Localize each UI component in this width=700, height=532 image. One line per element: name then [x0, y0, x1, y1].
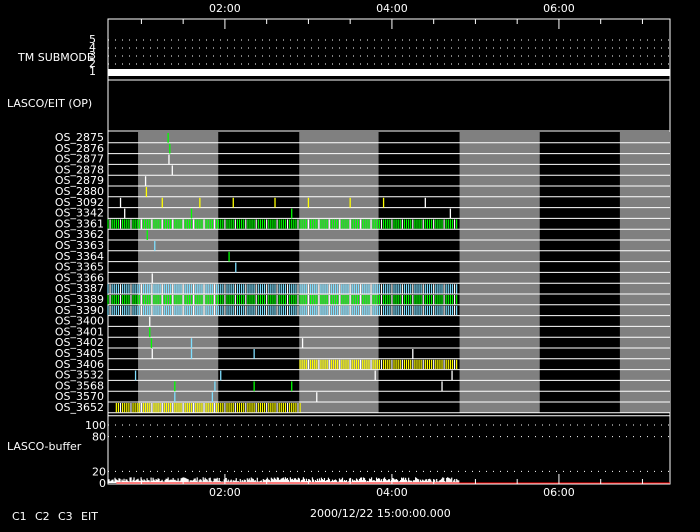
- time-tick-label: 04:00: [376, 2, 408, 15]
- legend-c2: C2: [35, 510, 50, 523]
- time-tick-label: 06:00: [543, 2, 575, 15]
- buffer-tick-label: 80: [92, 431, 106, 444]
- date-label: 2000/12/22 15:00:00.000: [310, 507, 451, 520]
- legend-eit: EIT: [81, 510, 98, 523]
- time-tick-label: 02:00: [209, 486, 241, 499]
- buffer-tick-label: 0: [99, 477, 106, 490]
- time-tick-label: 02:00: [209, 2, 241, 15]
- buffer-tick-label: 20: [92, 465, 106, 478]
- lasco-eit-label: LASCO/EIT (OP): [7, 97, 92, 110]
- buffer-tick-label: 100: [85, 419, 106, 432]
- time-tick-label: 04:00: [376, 486, 408, 499]
- legend-c1: C1: [12, 510, 27, 523]
- legend-c3: C3: [58, 510, 73, 523]
- submode-level-label: 5: [89, 33, 96, 46]
- submode-bar: [108, 69, 670, 76]
- time-tick-label: 06:00: [543, 486, 575, 499]
- tm-submode-label: TM SUBMODE: [17, 51, 94, 64]
- buffer-label: LASCO-buffer: [7, 440, 82, 453]
- row-label: OS_3652: [55, 401, 104, 414]
- lasco-timeline-plot: TM SUBMODE LASCO/EIT (OP) LASCO-buffer 2…: [7, 2, 671, 523]
